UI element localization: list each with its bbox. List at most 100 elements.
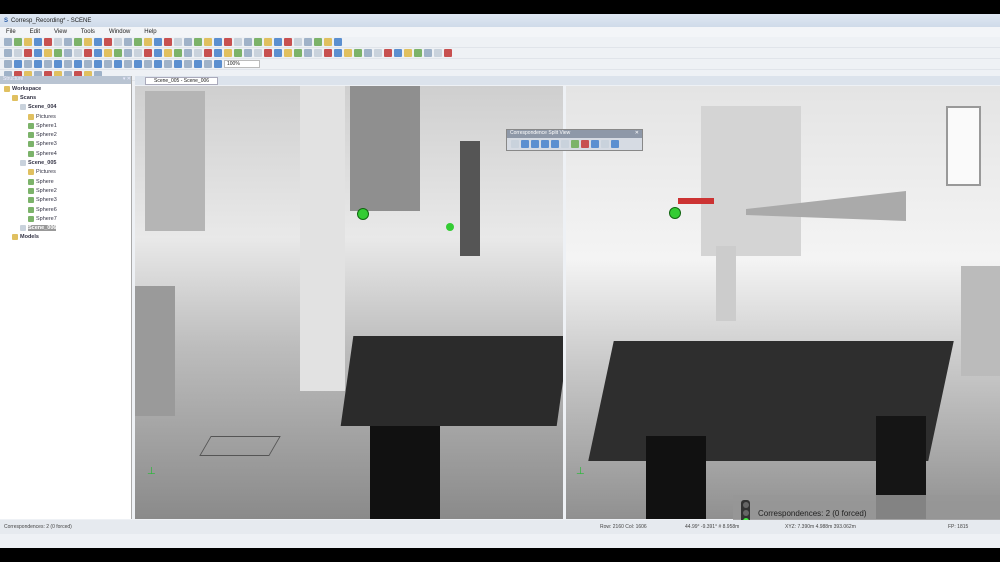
toolbar-button-icon[interactable] <box>384 49 392 57</box>
toolbar-button-icon[interactable] <box>194 60 202 68</box>
toolbar-button-icon[interactable] <box>34 60 42 68</box>
toolbar-button-icon[interactable] <box>84 49 92 57</box>
toolbar-button-icon[interactable] <box>124 49 132 57</box>
tree-item[interactable]: Pictures <box>0 112 131 121</box>
toolbar-button-icon[interactable] <box>314 49 322 57</box>
tree-item[interactable]: Scene_006 <box>0 223 131 232</box>
toolbar-button-icon[interactable] <box>314 38 322 46</box>
tab-scene-pair[interactable]: Scene_005 - Scene_006 <box>145 77 219 85</box>
tree-item[interactable]: Sphere2 <box>0 130 131 139</box>
toolbar-button-icon[interactable] <box>334 38 342 46</box>
toolbar-button-icon[interactable] <box>184 60 192 68</box>
tree-item[interactable]: Sphere3 <box>0 196 131 205</box>
toolbar-button-icon[interactable] <box>214 38 222 46</box>
split-view-tool-icon[interactable] <box>601 140 609 148</box>
toolbar-button-icon[interactable] <box>214 60 222 68</box>
toolbar-button-icon[interactable] <box>214 49 222 57</box>
toolbar-button-icon[interactable] <box>44 60 52 68</box>
toolbar-button-icon[interactable] <box>304 49 312 57</box>
split-view-tool-icon[interactable] <box>611 140 619 148</box>
toolbar-button-icon[interactable] <box>154 60 162 68</box>
tree-item[interactable]: Sphere7 <box>0 214 131 223</box>
toolbar-button-icon[interactable] <box>104 49 112 57</box>
split-view-tool-icon[interactable] <box>571 140 579 148</box>
toolbar-button-icon[interactable] <box>54 38 62 46</box>
toolbar-button-icon[interactable] <box>324 38 332 46</box>
toolbar-button-icon[interactable] <box>84 38 92 46</box>
toolbar-button-icon[interactable] <box>4 49 12 57</box>
toolbar-button-icon[interactable] <box>4 38 12 46</box>
toolbar-button-icon[interactable] <box>244 49 252 57</box>
split-view-tool-icon[interactable] <box>591 140 599 148</box>
split-view-tool-icon[interactable] <box>551 140 559 148</box>
menu-tools[interactable]: Tools <box>81 29 95 35</box>
left-scan-view[interactable]: ⊥ <box>135 86 563 519</box>
toolbar-button-icon[interactable] <box>94 38 102 46</box>
tree-item[interactable]: Pictures <box>0 168 131 177</box>
split-view-tool-icon[interactable] <box>511 140 519 148</box>
menu-window[interactable]: Window <box>109 29 130 35</box>
toolbar-button-icon[interactable] <box>154 49 162 57</box>
toolbar-button-icon[interactable] <box>124 60 132 68</box>
toolbar-button-icon[interactable] <box>114 60 122 68</box>
split-view-tool-icon[interactable] <box>531 140 539 148</box>
toolbar-button-icon[interactable] <box>144 60 152 68</box>
toolbar-button-icon[interactable] <box>104 38 112 46</box>
close-icon[interactable]: ✕ <box>635 130 639 138</box>
toolbar-button-icon[interactable] <box>344 49 352 57</box>
toolbar-button-icon[interactable] <box>174 49 182 57</box>
toolbar-button-icon[interactable] <box>304 38 312 46</box>
split-view-tool-icon[interactable] <box>541 140 549 148</box>
toolbar-button-icon[interactable] <box>324 49 332 57</box>
toolbar-button-icon[interactable] <box>224 38 232 46</box>
toolbar-button-icon[interactable] <box>194 38 202 46</box>
toolbar-button-icon[interactable] <box>164 38 172 46</box>
tree-item[interactable]: Sphere2 <box>0 186 131 195</box>
toolbar-button-icon[interactable] <box>334 49 342 57</box>
tree-item[interactable]: Sphere6 <box>0 205 131 214</box>
toolbar-button-icon[interactable] <box>54 60 62 68</box>
toolbar-button-icon[interactable] <box>414 49 422 57</box>
toolbar-button-icon[interactable] <box>174 38 182 46</box>
toolbar-button-icon[interactable] <box>274 49 282 57</box>
toolbar-button-icon[interactable] <box>184 38 192 46</box>
toolbar-button-icon[interactable] <box>44 49 52 57</box>
toolbar-button-icon[interactable] <box>134 38 142 46</box>
split-view-tool-icon[interactable] <box>521 140 529 148</box>
zoom-select[interactable]: 100% <box>224 60 260 68</box>
toolbar-button-icon[interactable] <box>14 60 22 68</box>
toolbar-button-icon[interactable] <box>374 49 382 57</box>
tree-item[interactable]: Sphere1 <box>0 121 131 130</box>
toolbar-button-icon[interactable] <box>134 60 142 68</box>
toolbar-button-icon[interactable] <box>124 38 132 46</box>
toolbar-button-icon[interactable] <box>354 49 362 57</box>
toolbar-button-icon[interactable] <box>294 49 302 57</box>
toolbar-button-icon[interactable] <box>74 60 82 68</box>
toolbar-button-icon[interactable] <box>424 49 432 57</box>
toolbar-button-icon[interactable] <box>44 38 52 46</box>
toolbar-button-icon[interactable] <box>154 38 162 46</box>
sphere-marker[interactable] <box>357 208 369 220</box>
tree-item[interactable]: Models <box>0 233 131 242</box>
tree-item[interactable]: Scene_005 <box>0 158 131 167</box>
toolbar-button-icon[interactable] <box>434 49 442 57</box>
toolbar-button-icon[interactable] <box>14 38 22 46</box>
toolbar-button-icon[interactable] <box>94 60 102 68</box>
toolbar-button-icon[interactable] <box>204 49 212 57</box>
menu-view[interactable]: View <box>54 29 67 35</box>
toolbar-button-icon[interactable] <box>164 49 172 57</box>
toolbar-button-icon[interactable] <box>74 38 82 46</box>
tree-item[interactable]: Sphere <box>0 177 131 186</box>
tree-item[interactable]: Sphere4 <box>0 149 131 158</box>
toolbar-button-icon[interactable] <box>64 38 72 46</box>
tree-item[interactable]: Sphere3 <box>0 140 131 149</box>
tree-item[interactable]: Scene_004 <box>0 103 131 112</box>
toolbar-button-icon[interactable] <box>294 38 302 46</box>
menu-help[interactable]: Help <box>144 29 156 35</box>
toolbar-button-icon[interactable] <box>284 49 292 57</box>
toolbar-button-icon[interactable] <box>444 49 452 57</box>
panel-close-icon[interactable]: ▾ ✕ <box>123 76 131 84</box>
split-view-tool-icon[interactable] <box>561 140 569 148</box>
toolbar-button-icon[interactable] <box>254 38 262 46</box>
menu-file[interactable]: File <box>6 29 16 35</box>
